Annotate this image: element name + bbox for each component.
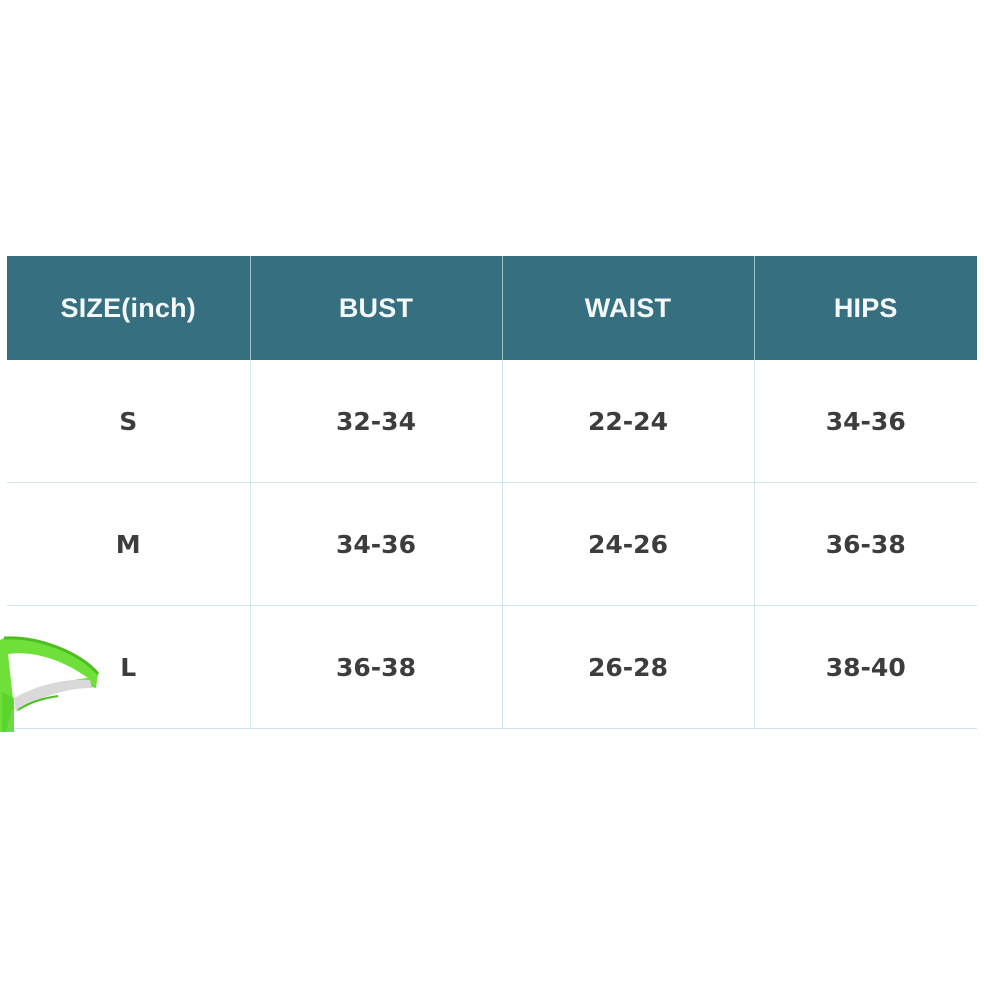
header-waist: WAIST [501, 256, 754, 360]
size-chart-table: SIZE(inch) BUST WAIST HIPS S 32-34 22-24… [7, 256, 977, 729]
header-bust: BUST [249, 256, 502, 360]
size-chart-canvas: SIZE(inch) BUST WAIST HIPS S 32-34 22-24… [0, 0, 984, 984]
size-cell: M [7, 482, 250, 606]
table-row: L 36-38 26-28 38-40 [7, 605, 977, 729]
table-header: SIZE(inch) BUST WAIST HIPS [7, 256, 977, 360]
table-body: S 32-34 22-24 34-36 M 34-36 24-26 36-38 … [7, 360, 977, 729]
hips-cell: 36-38 [753, 482, 977, 606]
bust-cell: 34-36 [249, 482, 502, 606]
hips-cell: 38-40 [753, 605, 977, 729]
hips-cell: 34-36 [753, 360, 977, 483]
bust-cell: 32-34 [249, 360, 502, 483]
size-cell: S [7, 360, 250, 483]
table-row: S 32-34 22-24 34-36 [7, 360, 977, 483]
bust-cell: 36-38 [249, 605, 502, 729]
table-row: M 34-36 24-26 36-38 [7, 482, 977, 606]
waist-cell: 24-26 [501, 482, 754, 606]
waist-cell: 22-24 [501, 360, 754, 483]
header-row: SIZE(inch) BUST WAIST HIPS [7, 256, 977, 360]
header-size: SIZE(inch) [7, 256, 250, 360]
green-garment-fragment-icon [0, 632, 104, 736]
waist-cell: 26-28 [501, 605, 754, 729]
header-hips: HIPS [753, 256, 977, 360]
